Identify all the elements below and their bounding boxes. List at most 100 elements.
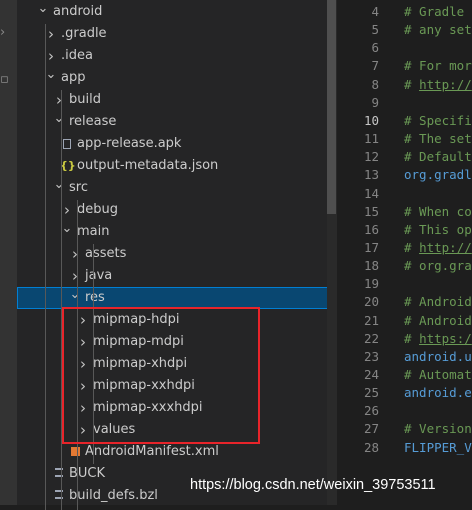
tree-item-debug[interactable]: › debug	[17, 199, 337, 221]
code-text: # The set	[404, 131, 472, 147]
code-line[interactable]: 12 # Default	[337, 147, 472, 166]
code-line[interactable]: 23 android.u	[337, 347, 472, 366]
tree-item-label: .gradle	[61, 26, 107, 41]
code-line[interactable]: 16 # This op	[337, 220, 472, 239]
line-number: 15	[363, 203, 379, 219]
code-line[interactable]: 13 org.gradl	[337, 165, 472, 184]
line-number: 25	[363, 385, 379, 401]
chevron-right-icon[interactable]: ›	[52, 89, 66, 111]
tree-item-label: output-metadata.json	[77, 158, 219, 173]
code-text: # Automat	[404, 367, 472, 382]
tree-item-app-release-apk[interactable]: app-release.apk	[17, 133, 337, 155]
tree-item-main[interactable]: ⌄ main	[17, 221, 337, 243]
line-number: 4	[371, 4, 379, 19]
code-text: # Specifi	[404, 112, 472, 128]
chevron-right-icon[interactable]: ›	[68, 243, 82, 265]
line-number: 19	[363, 276, 379, 292]
code-line[interactable]: 8 # http://	[337, 75, 472, 94]
chevron-down-icon[interactable]: ⌄	[36, 1, 50, 23]
indent-guide	[45, 24, 46, 510]
code-line[interactable]: 19	[337, 274, 472, 293]
code-text: org.gradl	[404, 167, 472, 183]
code-text: android.e	[404, 385, 472, 401]
tree-item-assets[interactable]: › assets	[17, 243, 337, 265]
line-number: 5	[371, 22, 379, 38]
line-number: 11	[363, 131, 379, 147]
line-number: 26	[363, 403, 379, 419]
chevron-right-icon[interactable]: ›	[60, 199, 74, 221]
tree-item-res[interactable]: ⌄ res	[17, 287, 337, 309]
tree-item-label: build_defs.bzl	[69, 488, 158, 503]
code-line[interactable]: 6	[337, 38, 472, 57]
line-number: 7	[371, 58, 379, 74]
explorer-scrollbar-thumb[interactable]	[327, 0, 336, 214]
tree-item-label: main	[77, 224, 110, 239]
xml-file-icon	[68, 441, 82, 463]
tree-item-label: debug	[77, 202, 118, 217]
tree-item-label: res	[85, 290, 105, 305]
code-line[interactable]: 7 # For mor	[337, 56, 472, 75]
code-text: # http://	[404, 76, 472, 92]
code-line[interactable]: 25 android.e	[337, 383, 472, 402]
code-text: # Version	[404, 421, 472, 437]
chevron-right-icon[interactable]: ›	[44, 45, 58, 67]
code-line[interactable]: 9	[337, 93, 472, 112]
code-line[interactable]: 5 # any set	[337, 20, 472, 39]
tree-item-label: android	[53, 4, 103, 19]
code-line[interactable]: 4 # Gradle	[337, 2, 472, 21]
tree-item-app[interactable]: ⌄ app	[17, 67, 337, 89]
tree-item-android[interactable]: ⌄ android	[17, 1, 337, 23]
code-line[interactable]: 22 # https:/	[337, 329, 472, 348]
tree-item-androidmanifest-xml[interactable]: AndroidManifest.xml	[17, 441, 337, 463]
chevron-down-icon[interactable]: ⌄	[52, 177, 66, 199]
tree-item-label: .idea	[61, 48, 93, 63]
line-number: 12	[363, 149, 379, 165]
chevron-down-icon[interactable]: ⌄	[68, 287, 82, 309]
line-number: 24	[363, 367, 379, 382]
code-text: # This op	[404, 221, 472, 237]
code-line[interactable]: 10 # Specifi	[337, 111, 472, 130]
tree-item-idea[interactable]: › .idea	[17, 45, 337, 67]
code-line[interactable]: 18 # org.gra	[337, 256, 472, 275]
line-number: 13	[363, 167, 379, 183]
tree-item-src[interactable]: ⌄ src	[17, 177, 337, 199]
code-line[interactable]: 11 # The set	[337, 129, 472, 148]
chevron-right-icon[interactable]: ›	[68, 265, 82, 287]
code-line[interactable]: 15 # When co	[337, 202, 472, 221]
chevron-down-icon[interactable]: ⌄	[52, 111, 66, 133]
extensions-icon[interactable]: ▫	[0, 70, 17, 90]
code-text: # Android	[404, 294, 472, 310]
code-text: # any set	[404, 22, 472, 38]
tree-item-output-metadata-json[interactable]: {} output-metadata.json	[17, 155, 337, 177]
line-number: 9	[371, 94, 379, 110]
code-line[interactable]: 26	[337, 401, 472, 420]
tree-item-label: app-release.apk	[77, 136, 182, 151]
code-editor[interactable]: 4 # Gradle 5 # any set 6 7 # For mor 8 # http://…	[337, 0, 472, 505]
tree-item-release[interactable]: ⌄ release	[17, 111, 337, 133]
chevron-down-icon[interactable]: ⌄	[44, 67, 58, 89]
chevron-right-icon[interactable]: ›	[0, 23, 17, 43]
tree-item-build[interactable]: › build	[17, 89, 337, 111]
code-line[interactable]: 14	[337, 184, 472, 203]
code-line[interactable]: 21 # Android	[337, 311, 472, 330]
code-text: android.u	[404, 348, 472, 364]
tree-item-gradle[interactable]: › .gradle	[17, 23, 337, 45]
file-icon	[60, 133, 74, 155]
code-line[interactable]: 20 # Android	[337, 292, 472, 311]
chevron-right-icon[interactable]: ›	[44, 23, 58, 45]
tree-item-label: java	[85, 268, 113, 283]
line-number: 27	[363, 421, 379, 437]
tree-item-java[interactable]: › java	[17, 265, 337, 287]
code-line[interactable]: 27 # Version	[337, 419, 472, 438]
code-line[interactable]: 17 # http://	[337, 238, 472, 257]
line-number: 22	[363, 330, 379, 346]
code-line[interactable]: 28 FLIPPER_V	[337, 438, 472, 457]
activity-bar: › ▫	[0, 0, 17, 505]
line-number: 10	[363, 112, 379, 128]
code-line[interactable]: 24 # Automat	[337, 365, 472, 384]
watermark-text: https://blog.csdn.net/weixin_39753511	[190, 477, 436, 493]
code-text: # When co	[404, 203, 472, 219]
chevron-down-icon[interactable]: ⌄	[60, 221, 74, 243]
line-number: 21	[363, 312, 379, 328]
code-text: # Android	[404, 312, 472, 328]
